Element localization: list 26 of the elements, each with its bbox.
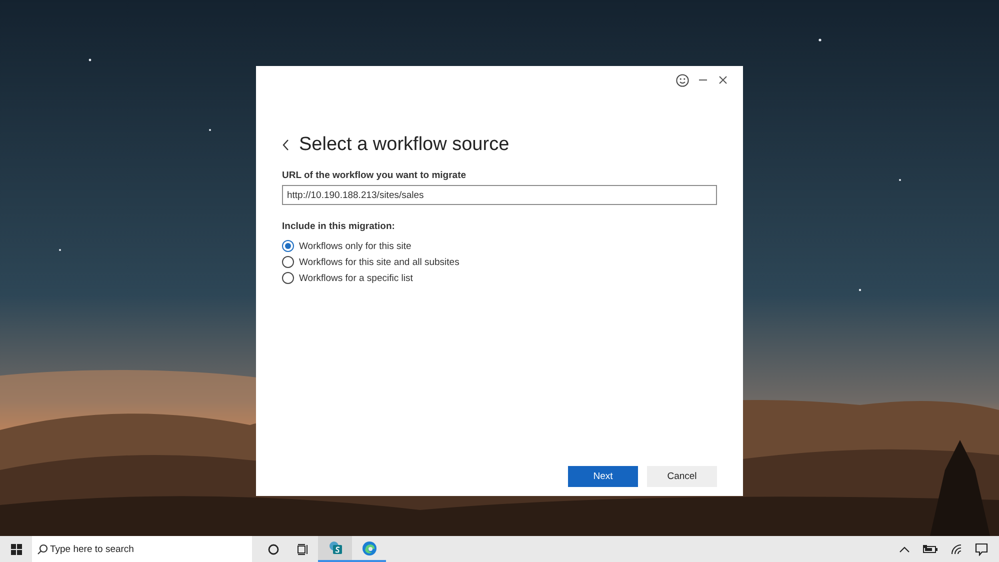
circle-icon[interactable] <box>268 544 278 554</box>
next-button[interactable]: Next <box>568 466 638 487</box>
url-label: URL of the workflow you want to migrate <box>282 170 468 181</box>
url-field[interactable]: http://10.190.188.213/sites/sales <box>282 185 717 205</box>
dialog-title: Select a workflow source <box>299 134 510 156</box>
windows-logo-icon[interactable] <box>10 544 22 554</box>
close-icon[interactable] <box>717 74 729 86</box>
task-view-icon[interactable] <box>297 544 309 554</box>
radio-button[interactable] <box>282 256 294 268</box>
option-label: Workflows for a specific list <box>299 272 413 284</box>
smiley-icon[interactable] <box>676 74 689 86</box>
include-label: Include in this migration: <box>282 221 396 232</box>
option-label: Workflows only for this site <box>299 240 412 252</box>
chevron-up-icon[interactable] <box>899 546 910 552</box>
radio-button[interactable] <box>282 272 294 284</box>
wifi-icon[interactable] <box>951 544 962 554</box>
migration-app-icon[interactable] <box>328 541 342 555</box>
battery-icon[interactable] <box>923 544 938 554</box>
search-field[interactable]: Type here to search <box>32 536 252 562</box>
notification-icon[interactable] <box>975 542 988 556</box>
back-icon[interactable] <box>282 139 290 151</box>
option-label: Workflows for this site and all subsites <box>299 256 460 268</box>
browser-icon[interactable] <box>362 540 376 556</box>
radio-button[interactable] <box>282 240 294 252</box>
cancel-button[interactable]: Cancel <box>647 466 717 487</box>
search-icon <box>37 544 48 555</box>
